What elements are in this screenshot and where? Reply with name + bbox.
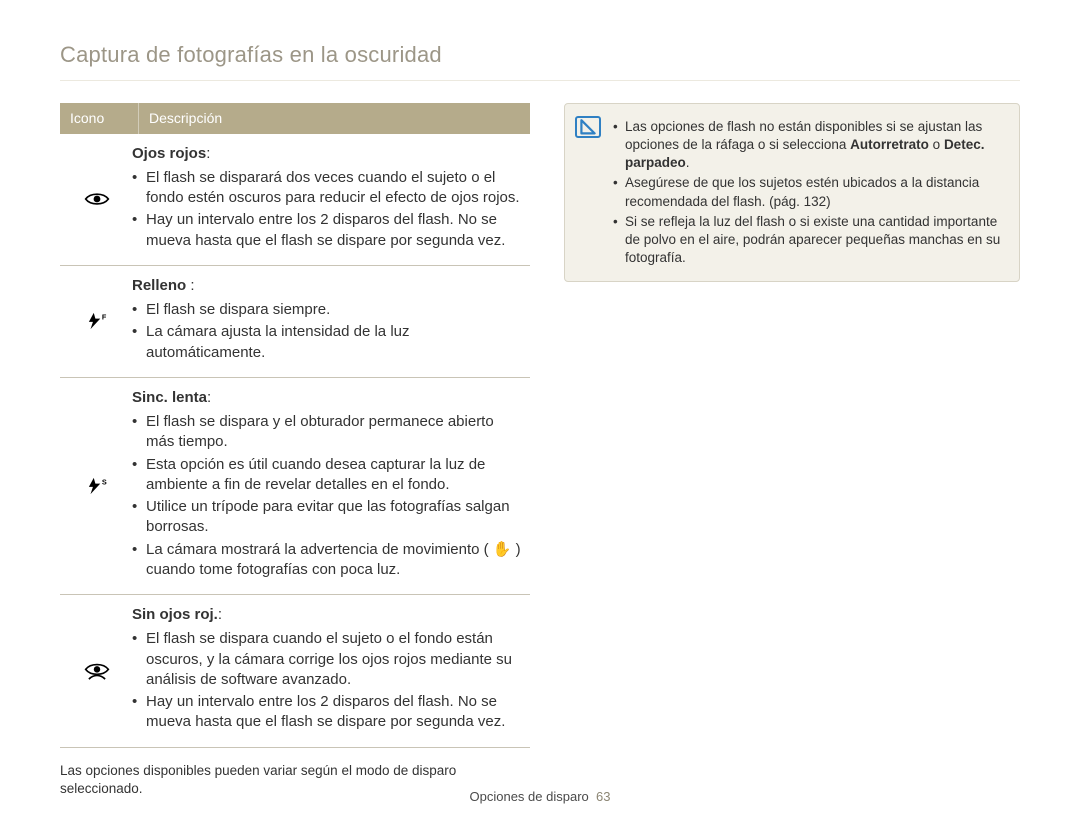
- row-title-suffix: :: [207, 389, 211, 406]
- flash-s-icon: S: [60, 378, 126, 594]
- svg-text:S: S: [102, 477, 107, 486]
- footer-section: Opciones de disparo: [470, 789, 589, 804]
- list-item: Si se refleja la luz del flash o si exis…: [613, 213, 1005, 268]
- table-row: F Relleno : El flash se dispara siempre.…: [60, 266, 530, 378]
- flash-f-icon: F: [60, 266, 126, 377]
- list-item: La cámara mostrará la advertencia de mov…: [132, 540, 524, 581]
- footer-page-number: 63: [596, 789, 610, 804]
- row-title: Ojos rojos: [132, 145, 206, 162]
- table-row: S Sinc. lenta: El flash se dispara y el …: [60, 378, 530, 595]
- list-item: El flash se disparará dos veces cuando e…: [132, 168, 524, 209]
- eye-fix-icon: [60, 595, 126, 747]
- page: Captura de fotografías en la oscuridad I…: [0, 0, 1080, 828]
- row-title: Sinc. lenta: [132, 389, 207, 406]
- list-item: La cámara ajusta la intensidad de la luz…: [132, 322, 524, 363]
- col-header-icon: Icono: [60, 103, 139, 134]
- row-bullets: El flash se dispara cuando el sujeto o e…: [132, 629, 524, 732]
- svg-text:F: F: [102, 313, 107, 322]
- row-title: Relleno: [132, 277, 186, 294]
- row-bullets: El flash se dispara siempre. La cámara a…: [132, 300, 524, 363]
- row-bullets: El flash se disparará dos veces cuando e…: [132, 168, 524, 251]
- list-item: Esta opción es útil cuando desea captura…: [132, 455, 524, 496]
- row-title-suffix: :: [206, 145, 210, 162]
- note-icon: [575, 116, 601, 138]
- table-row: Ojos rojos: El flash se disparará dos ve…: [60, 134, 530, 266]
- list-item: Utilice un trípode para evitar que las f…: [132, 497, 524, 538]
- col-header-desc: Descripción: [139, 103, 530, 134]
- content-columns: Icono Descripción Ojos rojos: El flash s…: [60, 103, 1020, 798]
- list-item: El flash se dispara cuando el sujeto o e…: [132, 629, 524, 690]
- note-list: Las opciones de flash no están disponibl…: [613, 118, 1005, 268]
- table-header: Icono Descripción: [60, 103, 530, 134]
- list-item: Hay un intervalo entre los 2 disparos de…: [132, 692, 524, 733]
- eye-icon: [60, 134, 126, 265]
- list-item: El flash se dispara siempre.: [132, 300, 524, 320]
- table-row: Sin ojos roj.: El flash se dispara cuand…: [60, 595, 530, 748]
- list-item: Hay un intervalo entre los 2 disparos de…: [132, 210, 524, 251]
- page-title: Captura de fotografías en la oscuridad: [60, 40, 1020, 81]
- row-title-suffix: :: [186, 277, 194, 294]
- row-title: Sin ojos roj.: [132, 606, 218, 623]
- row-bullets: El flash se dispara y el obturador perma…: [132, 412, 524, 580]
- page-footer: Opciones de disparo 63: [0, 788, 1080, 806]
- note-box: Las opciones de flash no están disponibl…: [564, 103, 1020, 283]
- notes-column: Las opciones de flash no están disponibl…: [564, 103, 1020, 283]
- list-item: Asegúrese de que los sujetos estén ubica…: [613, 174, 1005, 210]
- list-item: El flash se dispara y el obturador perma…: [132, 412, 524, 453]
- flash-options-table: Icono Descripción Ojos rojos: El flash s…: [60, 103, 530, 798]
- row-title-suffix: :: [218, 606, 222, 623]
- list-item: Las opciones de flash no están disponibl…: [613, 118, 1005, 173]
